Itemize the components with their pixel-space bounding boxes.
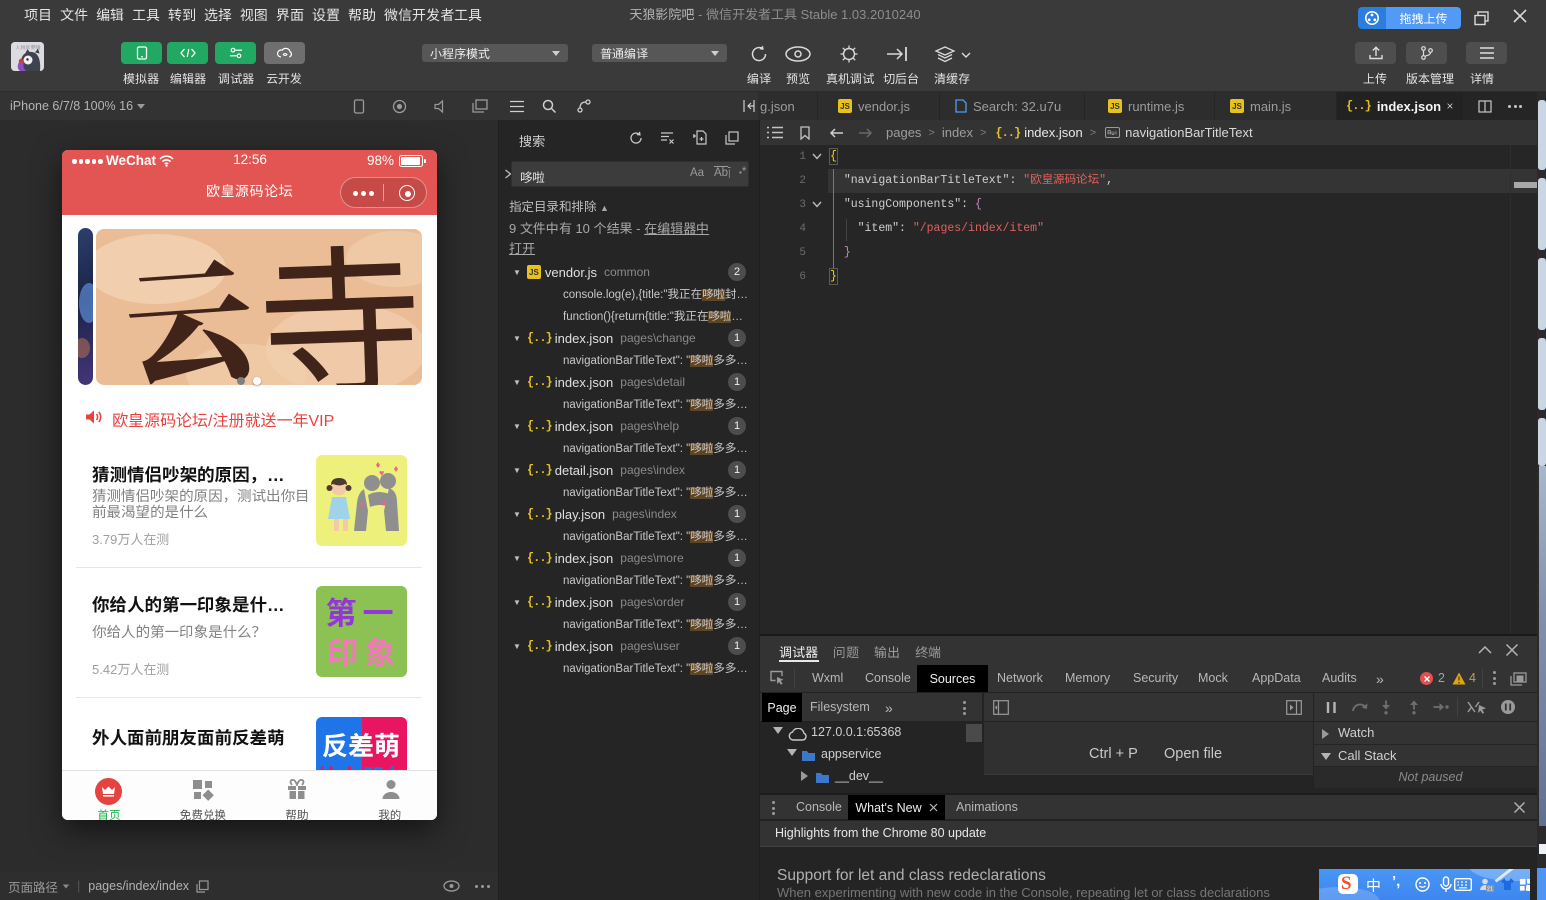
svg-text:第: 第 (326, 588, 357, 633)
svg-text:朋友: 朋友 (362, 760, 406, 770)
svg-text:♥: ♥ (379, 468, 384, 478)
svg-text:印: 印 (328, 628, 359, 673)
svg-text:21: 21 (1487, 887, 1493, 893)
svg-text:云: 云 (119, 229, 269, 385)
svg-text:寺: 寺 (254, 229, 422, 385)
svg-text:一: 一 (363, 588, 394, 633)
svg-text:♥: ♥ (360, 500, 365, 509)
svg-text:象: 象 (365, 628, 396, 673)
svg-text:外人: 外人 (317, 760, 361, 770)
svg-text:反差萌: 反差萌 (322, 726, 400, 763)
